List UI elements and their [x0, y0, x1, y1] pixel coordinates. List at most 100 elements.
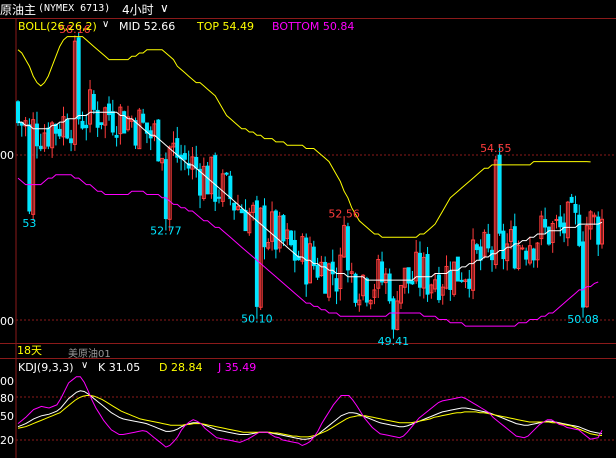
candle-body: [558, 216, 563, 228]
candle-body: [156, 119, 161, 162]
candle-body: [27, 124, 32, 212]
chevron-down-icon[interactable]: ∨: [81, 360, 88, 371]
candle-body: [239, 208, 244, 214]
candle-body: [163, 159, 168, 220]
kdj-axis-tick: 20: [0, 434, 14, 447]
candle-body: [95, 109, 100, 128]
candle-body: [76, 37, 81, 120]
price-annotation-label: 50.10: [241, 312, 273, 325]
candle-body: [391, 298, 396, 330]
candle-body: [99, 122, 104, 126]
price-annotation-label: 54.55: [480, 142, 512, 155]
candle-body: [273, 210, 278, 250]
candle-body: [448, 270, 453, 290]
candle-body: [459, 279, 464, 282]
candle-body: [410, 280, 415, 285]
candle-body: [114, 134, 119, 138]
candle-body: [243, 209, 248, 232]
candle-body: [228, 175, 233, 200]
candle-body: [486, 233, 491, 249]
candle-body: [364, 278, 369, 303]
candle-body: [524, 250, 529, 260]
candle-body: [573, 203, 578, 213]
price-annotation-label: 50.08: [567, 313, 599, 326]
kdj-legend-name[interactable]: KDJ(9,3,3): [18, 361, 74, 374]
price-axis-tick: 00: [0, 149, 14, 162]
candle-body: [16, 101, 20, 124]
candle-body: [194, 156, 199, 169]
candle-body: [577, 214, 582, 246]
candle-body: [289, 230, 294, 246]
candle-body: [531, 248, 536, 261]
candle-body: [474, 244, 479, 251]
candle-body: [107, 103, 112, 116]
candle-body: [122, 111, 127, 134]
chevron-down-icon[interactable]: ∨: [102, 19, 109, 30]
candle-body: [425, 254, 430, 295]
contract-label: 美原油01: [68, 349, 111, 360]
candle-body: [546, 226, 551, 245]
kdj-axis-tick: 00: [0, 375, 14, 388]
price-annotation-label: 52.56: [328, 207, 360, 220]
candle-body: [205, 165, 210, 195]
kdj-lines: [17, 376, 603, 448]
candle-body: [512, 226, 517, 269]
candle-body: [569, 196, 574, 203]
candle-body: [232, 202, 237, 211]
candle-body: [84, 124, 89, 129]
candle-body: [406, 267, 411, 284]
candle-body: [520, 247, 525, 250]
candle-body: [141, 113, 146, 123]
price-annotation-label: 49.41: [378, 335, 410, 348]
price-annotations: 58.165352.7750.1052.5649.4154.5550.08: [22, 23, 598, 348]
candle-body: [65, 118, 70, 139]
candle-body: [254, 200, 259, 307]
candle-body: [315, 264, 320, 278]
boll-legend-name[interactable]: BOLL(26,26,2): [18, 20, 97, 33]
kdj-k-value: K 31.05: [98, 361, 141, 374]
kdj-d-value: D 28.84: [159, 361, 203, 374]
candle-body: [46, 127, 51, 147]
candle-body: [497, 154, 502, 234]
boll-top-line: [17, 36, 591, 238]
candle-body: [417, 252, 422, 288]
candle-body: [216, 196, 221, 199]
candle-body: [596, 216, 601, 245]
candle-body: [501, 230, 506, 260]
axis-ticks: 00 00 00 80 50 20: [0, 149, 14, 447]
boll-bottom-value: BOTTOM 50.84: [272, 20, 355, 33]
price-axis-tick: 00: [0, 315, 14, 328]
candle-body: [213, 155, 218, 202]
candle-body: [543, 219, 548, 228]
candle-body: [110, 111, 115, 133]
chart-canvas: 58.165352.7750.1052.5649.4154.5550.08 00…: [0, 18, 616, 458]
candle-body: [554, 218, 559, 221]
candle-body: [353, 273, 358, 303]
kdj-k-line: [17, 390, 603, 440]
candle-body: [581, 241, 586, 308]
candle-body: [330, 261, 335, 275]
candle-body: [198, 168, 203, 196]
kdj-axis-tick: 50: [0, 410, 14, 423]
price-annotation-label: 53: [22, 217, 36, 230]
candle-body: [281, 215, 286, 242]
candle-body: [436, 274, 441, 301]
candle-body: [467, 278, 472, 289]
candle-body: [38, 145, 43, 150]
candle-body: [57, 128, 62, 137]
candle-body: [34, 123, 39, 147]
boll-mid-value: MID 52.66: [119, 20, 176, 33]
kdj-axis-tick: 80: [0, 392, 14, 405]
candle-body: [478, 246, 483, 261]
candle-body: [345, 226, 350, 271]
kdj-j-value: J 35.49: [218, 361, 257, 374]
candle-body: [387, 273, 392, 302]
period-count-label: 18天: [17, 344, 42, 357]
candle-body: [304, 237, 309, 285]
candle-body: [69, 138, 74, 144]
candlestick-series: [16, 31, 604, 339]
boll-top-value: TOP 54.49: [197, 20, 254, 33]
price-annotation-label: 52.77: [150, 225, 182, 238]
candle-body: [292, 239, 297, 261]
candle-body: [224, 172, 229, 175]
